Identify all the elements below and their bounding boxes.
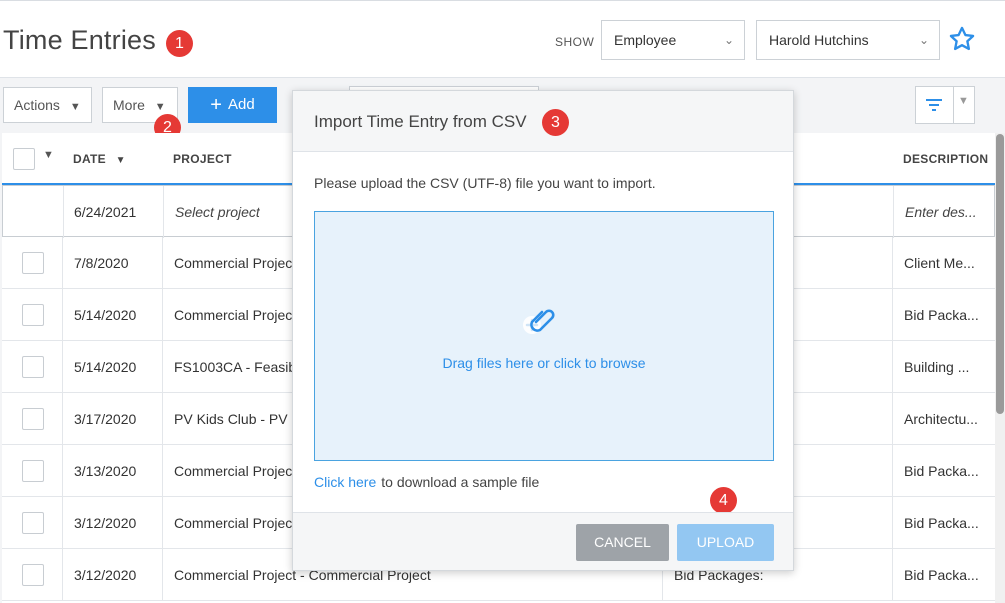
filter-button[interactable]: ▼ [915, 86, 975, 124]
row-description: Building ... [904, 359, 970, 375]
upload-button[interactable]: UPLOAD [677, 524, 774, 561]
row-date: 3/12/2020 [74, 515, 137, 531]
filter-divider [953, 87, 954, 123]
column-header-description[interactable]: DESCRIPTION [903, 152, 988, 166]
chevron-down-icon: ⌄ [918, 33, 929, 47]
row-date: 7/8/2020 [74, 255, 129, 271]
star-icon[interactable] [948, 25, 976, 53]
row-project: Commercial Project [174, 255, 292, 271]
more-label: More [113, 97, 145, 113]
column-header-date[interactable]: DATE ▼ [73, 152, 126, 166]
chevron-down-icon[interactable]: ▼ [43, 149, 54, 161]
page-title: Time Entries [3, 25, 156, 55]
dialog-instruction: Please upload the CSV (UTF-8) file you w… [314, 175, 656, 191]
select-all-checkbox[interactable] [13, 148, 35, 170]
row-checkbox[interactable] [22, 512, 44, 534]
chevron-down-icon: ▼ [69, 101, 81, 113]
row-date: 5/14/2020 [74, 307, 137, 323]
row-date: 5/14/2020 [74, 359, 137, 375]
add-button[interactable]: + Add [188, 87, 277, 123]
row-checkbox[interactable] [22, 304, 44, 326]
dialog-footer: CANCEL UPLOAD [293, 512, 793, 570]
row-project: Commercial Project [174, 307, 292, 323]
row-checkbox[interactable] [22, 408, 44, 430]
file-dropzone[interactable]: Drag files here or click to browse [314, 211, 774, 461]
row-description: Bid Packa... [904, 307, 979, 323]
row-description: Architectu... [904, 411, 978, 427]
row-description: Bid Packa... [904, 515, 979, 531]
row-date: 3/17/2020 [74, 411, 137, 427]
row-date: 3/13/2020 [74, 463, 137, 479]
plus-icon: + [210, 94, 222, 116]
chevron-down-icon: ⌄ [723, 33, 734, 47]
row-description: Client Me... [904, 255, 975, 271]
show-select-value: Employee [614, 32, 677, 48]
employee-select[interactable]: Harold Hutchins ⌄ [756, 20, 940, 60]
row-checkbox[interactable] [22, 564, 44, 586]
row-description: Bid Packa... [904, 463, 979, 479]
dialog-title: Import Time Entry from CSV [314, 112, 527, 131]
row-checkbox[interactable] [22, 252, 44, 274]
add-label: Add [227, 96, 255, 113]
import-csv-dialog: Import Time Entry from CSV 3 Please uplo… [292, 90, 794, 571]
row-project: PV Kids Club - PV K [174, 411, 292, 427]
sample-download-text: to download a sample file [381, 474, 540, 490]
step-badge-3: 3 [542, 109, 569, 136]
row-date[interactable]: 6/24/2021 [74, 186, 136, 238]
step-badge-1: 1 [166, 30, 193, 57]
row-checkbox[interactable] [22, 460, 44, 482]
row-project: Commercial Project [174, 515, 292, 531]
employee-select-value: Harold Hutchins [769, 32, 869, 48]
actions-button[interactable]: Actions ▼ [3, 87, 92, 123]
filter-icon [926, 99, 942, 111]
dropzone-text[interactable]: Drag files here or click to browse [315, 355, 773, 371]
row-project: FS1003CA - Feasib [174, 359, 292, 375]
column-header-project[interactable]: PROJECT [173, 152, 232, 166]
show-select[interactable]: Employee ⌄ [601, 20, 745, 60]
row-project: Commercial Project [174, 463, 292, 479]
cancel-button[interactable]: CANCEL [576, 524, 669, 561]
show-label: SHOW [555, 35, 595, 49]
row-checkbox[interactable] [22, 356, 44, 378]
row-description: Bid Packa... [904, 567, 979, 583]
project-select[interactable]: Select project [175, 186, 260, 238]
scrollbar-thumb[interactable] [996, 134, 1004, 414]
paperclip-icon [523, 309, 555, 334]
actions-label: Actions [14, 97, 60, 113]
chevron-down-icon[interactable]: ▼ [958, 95, 969, 107]
step-badge-4: 4 [710, 487, 737, 514]
sample-download: Click here to download a sample file [314, 474, 539, 490]
dialog-header: Import Time Entry from CSV 3 [293, 91, 793, 152]
sample-download-link[interactable]: Click here [314, 474, 376, 490]
page-header: Time Entries 1 SHOW Employee ⌄ Harold Hu… [0, 1, 1005, 78]
row-date: 3/12/2020 [74, 567, 137, 583]
description-input[interactable]: Enter des... [905, 186, 993, 238]
